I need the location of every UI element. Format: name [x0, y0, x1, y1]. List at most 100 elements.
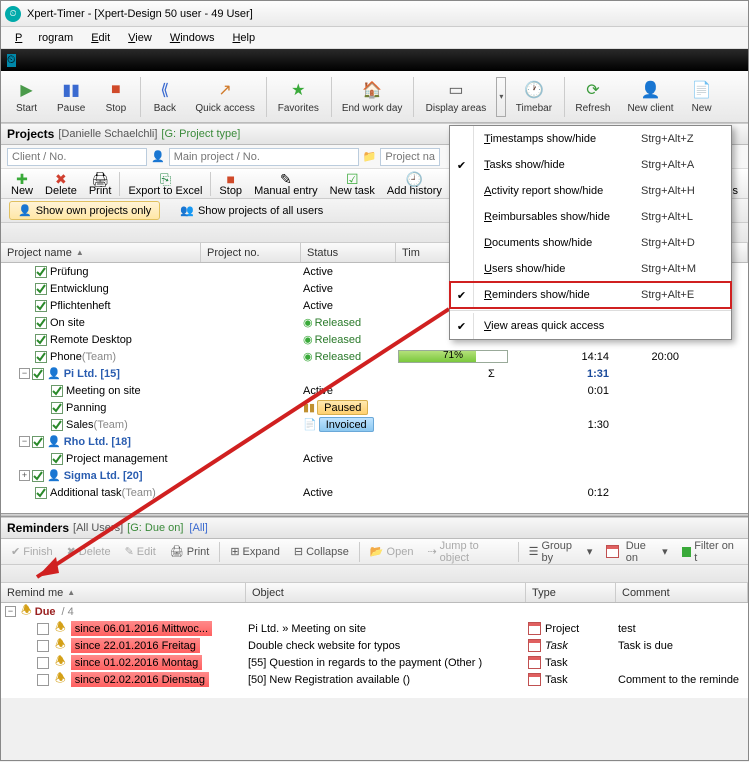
open-button[interactable]: 📂Open [364, 543, 420, 560]
show-all-projects-toggle[interactable]: 👥Show projects of all users [172, 202, 331, 219]
reminder-object: [50] New Registration available () [246, 674, 526, 686]
due-date-tag: since 22.01.2016 Freitag [71, 638, 200, 653]
back-button[interactable]: ⟪Back [143, 73, 187, 121]
manual-entry-button[interactable]: ✎Manual entry [248, 171, 324, 197]
menu-windows[interactable]: Windows [162, 30, 223, 46]
display-areas-button[interactable]: ▭Display areas [416, 73, 496, 121]
timer-icon[interactable]: ⏲ [7, 54, 16, 67]
pause-button[interactable]: ▮▮Pause [49, 73, 94, 121]
col-remind-me[interactable]: Remind me [1, 583, 246, 602]
reminders-all-link[interactable]: [All] [189, 522, 207, 534]
col-comment[interactable]: Comment [616, 583, 748, 602]
row-checkbox[interactable] [35, 300, 47, 312]
row-checkbox[interactable] [35, 317, 47, 329]
menu-item[interactable]: Users show/hideStrg+Alt+M [450, 256, 731, 282]
display-areas-menu[interactable]: Timestamps show/hideStrg+Alt+Z✔Tasks sho… [449, 125, 732, 340]
collapse-button[interactable]: ⊟Collapse [288, 543, 355, 560]
main-project-icon[interactable]: 📁 [363, 150, 377, 163]
rem-delete-button[interactable]: ✖Delete [61, 543, 117, 560]
reminder-row[interactable]: 🕭since 02.02.2016 Dienstag[50] New Regis… [1, 671, 748, 688]
row-checkbox[interactable] [35, 283, 47, 295]
table-row[interactable]: Sales (Team)📄Invoiced1:30 [1, 416, 748, 433]
col-project-no[interactable]: Project no. [201, 243, 301, 262]
new-button[interactable]: 📄New [683, 73, 722, 121]
main-project-filter-input[interactable] [169, 148, 359, 166]
rem-edit-button[interactable]: ✎Edit [119, 543, 162, 560]
filter-button[interactable]: Filter on t [676, 538, 744, 566]
table-row[interactable]: Additional task (Team)Active0:12 [1, 484, 748, 501]
reminder-checkbox[interactable] [37, 640, 49, 652]
menu-edit[interactable]: Edit [83, 30, 118, 46]
new-task-button[interactable]: ☑New task [324, 171, 381, 197]
menu-view[interactable]: View [120, 30, 160, 46]
refresh-button[interactable]: ⟳Refresh [567, 73, 619, 121]
row-checkbox[interactable] [32, 470, 44, 482]
menu-item[interactable]: ✔Tasks show/hideStrg+Alt+A [450, 152, 731, 178]
expand-toggle[interactable]: − [19, 368, 30, 379]
col-type[interactable]: Type [526, 583, 616, 602]
reminder-grid[interactable]: −🕭Due/ 4🕭since 06.01.2016 Mittwoc...Pi L… [1, 603, 748, 698]
client-filter-input[interactable] [7, 148, 147, 166]
table-row[interactable]: Panning▮▮Paused [1, 399, 748, 416]
table-row[interactable]: −👤Pi Ltd. [15]Σ1:31 [1, 365, 748, 382]
expand-toggle[interactable]: + [19, 470, 30, 481]
col-status[interactable]: Status [301, 243, 396, 262]
stop-button[interactable]: ■Stop [94, 73, 138, 121]
row-checkbox[interactable] [51, 402, 63, 414]
row-checkbox[interactable] [35, 351, 47, 363]
end-work-day-button[interactable]: 🏠End work day [334, 73, 412, 121]
row-checkbox[interactable] [51, 419, 63, 431]
menu-item[interactable]: Timestamps show/hideStrg+Alt+Z [450, 126, 731, 152]
row-checkbox[interactable] [35, 266, 47, 278]
table-row[interactable]: +👤Sigma Ltd. [20] [1, 467, 748, 484]
delete-project-button[interactable]: ✖Delete [39, 171, 83, 197]
row-checkbox[interactable] [51, 453, 63, 465]
col-project-name[interactable]: Project name [1, 243, 201, 262]
display-areas-dropdown-toggle[interactable]: ▾ [496, 77, 506, 117]
group-by-button[interactable]: ☰Group by ▾ [523, 538, 599, 566]
row-checkbox[interactable] [32, 436, 44, 448]
menu-help[interactable]: Help [224, 30, 263, 46]
menu-item[interactable]: Reimbursables show/hideStrg+Alt+L [450, 204, 731, 230]
table-row[interactable]: −👤Rho Ltd. [18] [1, 433, 748, 450]
expand-button[interactable]: ⊞Expand [224, 543, 286, 560]
menu-item-quick-access[interactable]: ✔View areas quick access [450, 313, 731, 339]
menu-program[interactable]: Program [7, 30, 81, 46]
table-row[interactable]: Project managementActive [1, 450, 748, 467]
reminder-checkbox[interactable] [37, 657, 49, 669]
new-project-button[interactable]: ✚New [5, 171, 39, 197]
export-excel-button[interactable]: ⎘Export to Excel [122, 171, 208, 197]
table-row[interactable]: Phone (Team)◉Released71%14:1420:00 [1, 348, 748, 365]
reminder-checkbox[interactable] [37, 623, 49, 635]
table-row[interactable]: Meeting on siteActive0:01 [1, 382, 748, 399]
row-checkbox[interactable] [51, 385, 63, 397]
quick-access-button[interactable]: ↗Quick access [187, 73, 263, 121]
titlebar: ⏲ Xpert-Timer - [Xpert-Design 50 user - … [1, 1, 748, 27]
progress-bar: 71% [398, 350, 508, 363]
row-checkbox[interactable] [32, 368, 44, 380]
stop-project-button[interactable]: ■Stop [213, 171, 248, 197]
new-client-button[interactable]: 👤New client [619, 73, 682, 121]
due-on-button[interactable]: Due on ▾ [600, 538, 673, 566]
col-object[interactable]: Object [246, 583, 526, 602]
show-own-projects-toggle[interactable]: 👤Show own projects only [9, 201, 160, 220]
timebar-button[interactable]: 🕐Timebar [506, 73, 562, 121]
row-checkbox[interactable] [35, 487, 47, 499]
rem-print-button[interactable]: 🖨Print [164, 543, 216, 560]
reminder-type: Task [545, 640, 568, 652]
start-button[interactable]: ▶Start [5, 73, 49, 121]
row-checkbox[interactable] [35, 334, 47, 346]
expand-toggle[interactable]: − [19, 436, 30, 447]
client-icon[interactable]: 👤 [151, 150, 165, 163]
menu-item[interactable]: Documents show/hideStrg+Alt+D [450, 230, 731, 256]
menu-item[interactable]: ✔Reminders show/hideStrg+Alt+E [450, 282, 731, 308]
favorites-button[interactable]: ★Favorites [269, 73, 329, 121]
project-name-filter-input[interactable] [380, 148, 440, 166]
menu-item[interactable]: Activity report show/hideStrg+Alt+H [450, 178, 731, 204]
add-history-button[interactable]: 🕘Add history [381, 171, 448, 197]
jump-button[interactable]: ⇢Jump to object [421, 538, 513, 566]
reminder-checkbox[interactable] [37, 674, 49, 686]
print-button[interactable]: 🖨Print [83, 171, 118, 197]
time-value: 14:14 [581, 351, 609, 363]
finish-button[interactable]: ✔Finish [5, 543, 59, 560]
